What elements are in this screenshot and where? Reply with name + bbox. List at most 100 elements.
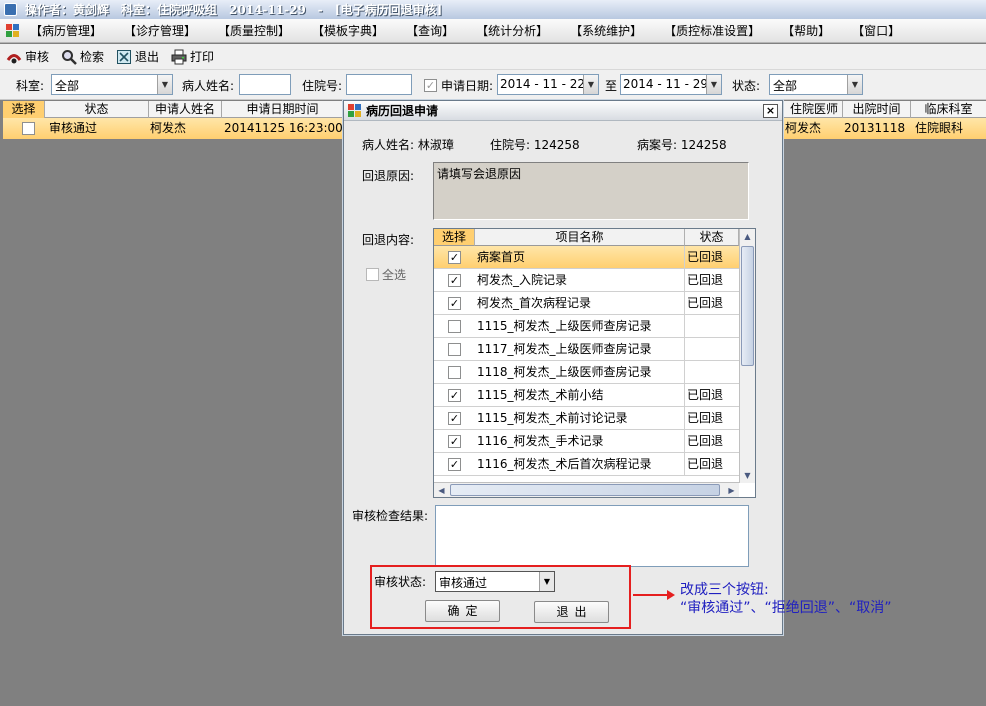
- list-item[interactable]: ✓ 1116_柯发杰_术后首次病程记录 已回退: [434, 453, 739, 476]
- item-checkbox[interactable]: [448, 320, 461, 333]
- item-checkbox[interactable]: [448, 366, 461, 379]
- list-item[interactable]: ✓ 1115_柯发杰_术前小结 已回退: [434, 384, 739, 407]
- scroll-down-icon[interactable]: ▼: [740, 468, 755, 483]
- menu-window[interactable]: 【窗口】: [852, 22, 900, 39]
- row-select-checkbox[interactable]: [22, 122, 35, 135]
- item-name: 1116_柯发杰_手术记录: [475, 430, 685, 453]
- scroll-right-icon[interactable]: ▶: [724, 483, 739, 498]
- status-label: 状态:: [732, 79, 761, 93]
- items-vertical-scrollbar[interactable]: ▲ ▼: [739, 229, 755, 483]
- item-status: [685, 338, 739, 361]
- menu-template-dictionary[interactable]: 【模板字典】: [312, 22, 384, 39]
- item-status: [685, 361, 739, 384]
- menu-help[interactable]: 【帮助】: [782, 22, 830, 39]
- col-applicant[interactable]: 申请人姓名: [149, 101, 222, 118]
- date-from-picker[interactable]: 2014 - 11 - 22 ▼: [497, 74, 599, 95]
- scroll-up-icon[interactable]: ▲: [740, 229, 755, 244]
- row-apply-datetime: 20141125 16:23:00: [224, 121, 343, 135]
- close-icon[interactable]: ×: [763, 104, 778, 118]
- horizontal-scroll-thumb[interactable]: [450, 484, 720, 496]
- list-item[interactable]: 1115_柯发杰_上级医师查房记录: [434, 315, 739, 338]
- chevron-down-icon[interactable]: ▼: [583, 75, 598, 94]
- items-col-status[interactable]: 状态: [685, 229, 739, 246]
- list-item[interactable]: 1117_柯发杰_上级医师查房记录: [434, 338, 739, 361]
- audit-button[interactable]: 审核: [6, 48, 49, 65]
- items-col-name[interactable]: 项目名称: [475, 229, 685, 246]
- item-checkbox[interactable]: ✓: [448, 435, 461, 448]
- exit-icon: [116, 49, 132, 65]
- item-checkbox[interactable]: ✓: [448, 251, 461, 264]
- list-item[interactable]: ✓ 柯发杰_入院记录 已回退: [434, 269, 739, 292]
- reason-placeholder: 请填写会退原因: [437, 167, 522, 181]
- title-module: [电子病历回退审核]: [334, 3, 443, 17]
- item-status: [685, 315, 739, 338]
- items-col-select[interactable]: 选择: [434, 229, 475, 246]
- window-title-bar: 操作者：黄剑辉 科室：住院呼吸组 2014-11-29 - [电子病历回退审核]: [0, 0, 986, 19]
- menu-quality-control[interactable]: 【质量控制】: [218, 22, 290, 39]
- patient-name-label: 病人姓名:: [182, 79, 235, 93]
- chevron-down-icon[interactable]: ▼: [847, 75, 862, 94]
- search-icon: [61, 49, 77, 65]
- menu-statistics[interactable]: 【统计分析】: [476, 22, 548, 39]
- menu-diagnosis-management[interactable]: 【诊疗管理】: [124, 22, 196, 39]
- exit-button[interactable]: 退出: [116, 48, 159, 65]
- col-select[interactable]: 选择: [3, 101, 45, 118]
- inpatient-no-input[interactable]: [346, 74, 412, 95]
- status-select[interactable]: 全部 ▼: [769, 74, 863, 95]
- item-name: 1115_柯发杰_上级医师查房记录: [475, 315, 685, 338]
- menu-system-maintenance[interactable]: 【系统维护】: [570, 22, 642, 39]
- list-item[interactable]: ✓ 柯发杰_首次病程记录 已回退: [434, 292, 739, 315]
- list-item[interactable]: ✓ 1115_柯发杰_术前讨论记录 已回退: [434, 407, 739, 430]
- item-checkbox[interactable]: ✓: [448, 458, 461, 471]
- chevron-down-icon[interactable]: ▼: [706, 75, 721, 94]
- print-button[interactable]: 打印: [171, 48, 214, 65]
- chevron-down-icon[interactable]: ▼: [157, 75, 172, 94]
- item-name: 柯发杰_首次病程记录: [475, 292, 685, 315]
- dept-value: 全部: [55, 79, 80, 93]
- dept-select[interactable]: 全部 ▼: [51, 74, 173, 95]
- dialog-app-icon: [348, 104, 362, 117]
- col-status[interactable]: 状态: [45, 101, 149, 118]
- col-resident-doctor[interactable]: 住院医师: [786, 101, 843, 118]
- menu-query[interactable]: 【查询】: [406, 22, 454, 39]
- reason-textarea[interactable]: 请填写会退原因: [433, 162, 749, 220]
- item-checkbox[interactable]: ✓: [448, 412, 461, 425]
- content-label: 回退内容:: [362, 233, 415, 247]
- scroll-left-icon[interactable]: ◀: [434, 483, 449, 498]
- audit-icon: [6, 49, 22, 65]
- exit-label: 退出: [135, 50, 160, 64]
- list-item[interactable]: ✓ 1116_柯发杰_手术记录 已回退: [434, 430, 739, 453]
- patient-name-input[interactable]: [239, 74, 291, 95]
- item-checkbox[interactable]: ✓: [448, 274, 461, 287]
- dept-label: 科室:: [16, 79, 45, 93]
- col-discharge-time[interactable]: 出院时间: [843, 101, 911, 118]
- item-checkbox[interactable]: ✓: [448, 297, 461, 310]
- vertical-scroll-thumb[interactable]: [741, 246, 754, 366]
- menu-record-management[interactable]: 【病历管理】: [30, 22, 102, 39]
- search-label: 检索: [80, 50, 105, 64]
- row-clinical-dept: 住院眼科: [915, 121, 964, 135]
- date-from-value: 2014 - 11 - 22: [500, 77, 585, 91]
- select-all-checkbox[interactable]: [366, 268, 379, 281]
- annotation-line-2: “审核通过”、“拒绝回退”、“取消”: [680, 600, 892, 616]
- print-label: 打印: [190, 50, 215, 64]
- item-status: 已回退: [687, 457, 724, 471]
- audit-result-textarea[interactable]: [435, 505, 749, 567]
- item-checkbox[interactable]: [448, 343, 461, 356]
- col-clinical-dept[interactable]: 临床科室: [911, 101, 986, 118]
- annotation-highlight-box: [370, 565, 631, 629]
- row-discharge-time: 20131118: [844, 121, 906, 135]
- items-horizontal-scrollbar[interactable]: ◀ ▶: [434, 482, 739, 497]
- list-item[interactable]: ✓ 病案首页 已回退: [434, 246, 739, 269]
- inpatient-no-info: 住院号: 124258: [490, 138, 580, 152]
- date-filter-checkbox[interactable]: ✓: [424, 79, 437, 92]
- date-to-picker[interactable]: 2014 - 11 - 29 ▼: [620, 74, 722, 95]
- menu-qc-standard-settings[interactable]: 【质控标准设置】: [664, 22, 760, 39]
- annotation-arrow-icon: [633, 590, 675, 600]
- item-checkbox[interactable]: ✓: [448, 389, 461, 402]
- search-button[interactable]: 检索: [61, 48, 104, 65]
- title-operator: 操作者：黄剑辉: [25, 3, 110, 17]
- list-item[interactable]: 1118_柯发杰_上级医师查房记录: [434, 361, 739, 384]
- dialog-title-bar[interactable]: 病历回退申请 ×: [344, 101, 782, 121]
- col-apply-datetime[interactable]: 申请日期时间: [222, 101, 344, 118]
